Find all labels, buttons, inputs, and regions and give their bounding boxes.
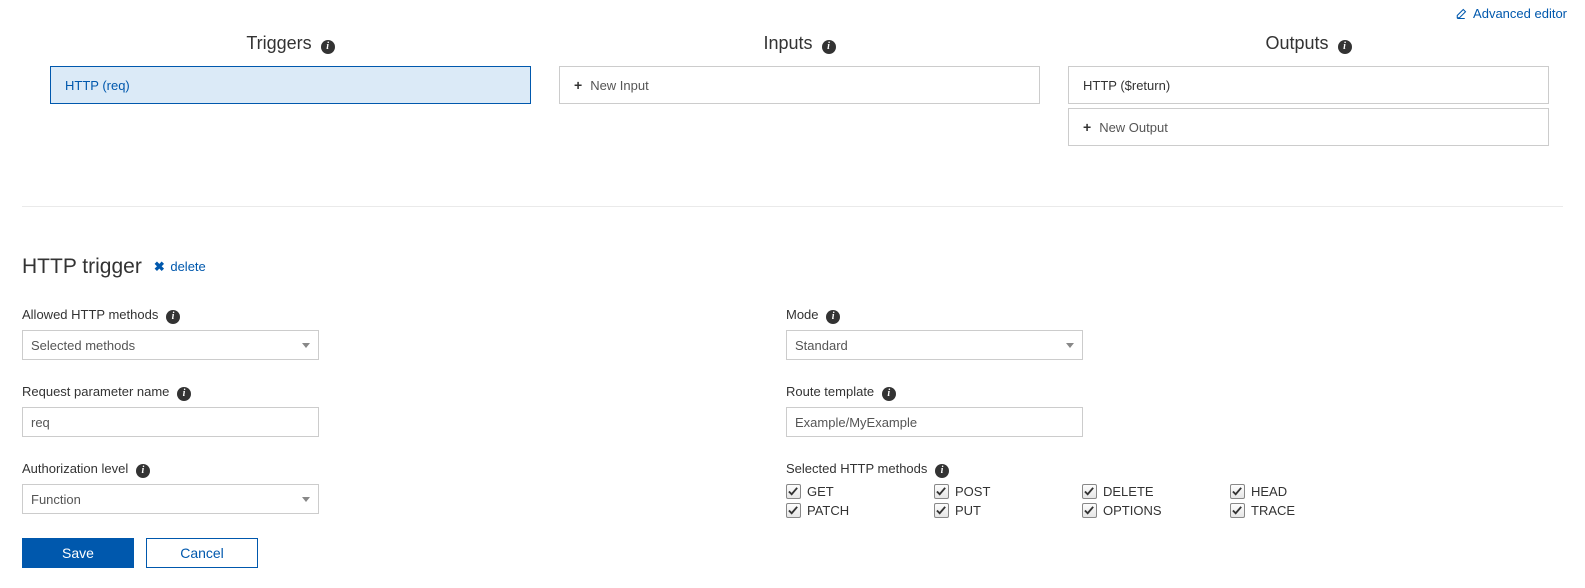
mode-value: Standard <box>795 338 848 353</box>
method-label: TRACE <box>1251 503 1295 518</box>
param-name-label: Request parameter name <box>22 384 169 399</box>
checkmark-icon <box>934 484 949 499</box>
trigger-item-http[interactable]: HTTP (req) <box>50 66 531 104</box>
checkmark-icon <box>1082 484 1097 499</box>
add-input-button[interactable]: + New Input <box>559 66 1040 104</box>
triggers-column: Triggers HTTP (req) <box>22 33 545 150</box>
auth-level-label: Authorization level <box>22 461 128 476</box>
delete-label: delete <box>170 259 205 274</box>
delete-trigger-link[interactable]: ✖ delete <box>154 259 206 275</box>
auth-level-select[interactable]: Function <box>22 484 319 514</box>
add-output-button[interactable]: + New Output <box>1068 108 1549 146</box>
plus-icon: + <box>574 77 582 93</box>
outputs-title: Outputs <box>1265 33 1328 53</box>
method-post-checkbox[interactable]: POST <box>934 484 1082 499</box>
add-input-label: New Input <box>590 78 649 93</box>
inputs-title: Inputs <box>763 33 812 53</box>
checkmark-icon <box>1230 503 1245 518</box>
checkmark-icon <box>786 484 801 499</box>
cancel-button[interactable]: Cancel <box>146 538 258 568</box>
method-get-checkbox[interactable]: GET <box>786 484 934 499</box>
detail-title: HTTP trigger <box>22 255 142 279</box>
auth-level-value: Function <box>31 492 81 507</box>
allowed-methods-label: Allowed HTTP methods <box>22 307 158 322</box>
save-button[interactable]: Save <box>22 538 134 568</box>
info-icon[interactable] <box>321 40 335 54</box>
route-input[interactable] <box>786 407 1083 437</box>
checkmark-icon <box>1230 484 1245 499</box>
checkmark-icon <box>1082 503 1097 518</box>
param-name-input[interactable] <box>22 407 319 437</box>
allowed-methods-select[interactable]: Selected methods <box>22 330 319 360</box>
method-label: OPTIONS <box>1103 503 1162 518</box>
plus-icon: + <box>1083 119 1091 135</box>
info-icon[interactable] <box>177 387 191 401</box>
output-item-label: HTTP ($return) <box>1083 78 1170 93</box>
info-icon[interactable] <box>166 310 180 324</box>
chevron-down-icon <box>1066 343 1074 348</box>
info-icon[interactable] <box>136 464 150 478</box>
method-delete-checkbox[interactable]: DELETE <box>1082 484 1230 499</box>
info-icon[interactable] <box>882 387 896 401</box>
chevron-down-icon <box>302 343 310 348</box>
method-trace-checkbox[interactable]: TRACE <box>1230 503 1378 518</box>
advanced-editor-link[interactable]: Advanced editor <box>1455 6 1567 21</box>
save-label: Save <box>62 545 94 561</box>
close-icon: ✖ <box>154 259 165 274</box>
edit-icon <box>1455 8 1467 20</box>
info-icon[interactable] <box>935 464 949 478</box>
mode-label: Mode <box>786 307 819 322</box>
route-label: Route template <box>786 384 874 399</box>
selected-methods-label: Selected HTTP methods <box>786 461 927 476</box>
mode-select[interactable]: Standard <box>786 330 1083 360</box>
info-icon[interactable] <box>1338 40 1352 54</box>
method-label: POST <box>955 484 990 499</box>
info-icon[interactable] <box>822 40 836 54</box>
checkmark-icon <box>786 503 801 518</box>
method-label: PUT <box>955 503 981 518</box>
trigger-item-label: HTTP (req) <box>65 78 130 93</box>
method-label: PATCH <box>807 503 849 518</box>
checkmark-icon <box>934 503 949 518</box>
outputs-column: Outputs HTTP ($return) + New Output <box>1054 33 1563 150</box>
output-item-http[interactable]: HTTP ($return) <box>1068 66 1549 104</box>
triggers-title: Triggers <box>246 33 311 53</box>
method-label: HEAD <box>1251 484 1287 499</box>
method-patch-checkbox[interactable]: PATCH <box>786 503 934 518</box>
cancel-label: Cancel <box>180 545 224 561</box>
add-output-label: New Output <box>1099 120 1168 135</box>
allowed-methods-value: Selected methods <box>31 338 135 353</box>
advanced-editor-label: Advanced editor <box>1473 6 1567 21</box>
info-icon[interactable] <box>826 310 840 324</box>
method-label: DELETE <box>1103 484 1154 499</box>
inputs-column: Inputs + New Input <box>545 33 1054 150</box>
method-put-checkbox[interactable]: PUT <box>934 503 1082 518</box>
method-head-checkbox[interactable]: HEAD <box>1230 484 1378 499</box>
method-options-checkbox[interactable]: OPTIONS <box>1082 503 1230 518</box>
chevron-down-icon <box>302 497 310 502</box>
method-label: GET <box>807 484 834 499</box>
